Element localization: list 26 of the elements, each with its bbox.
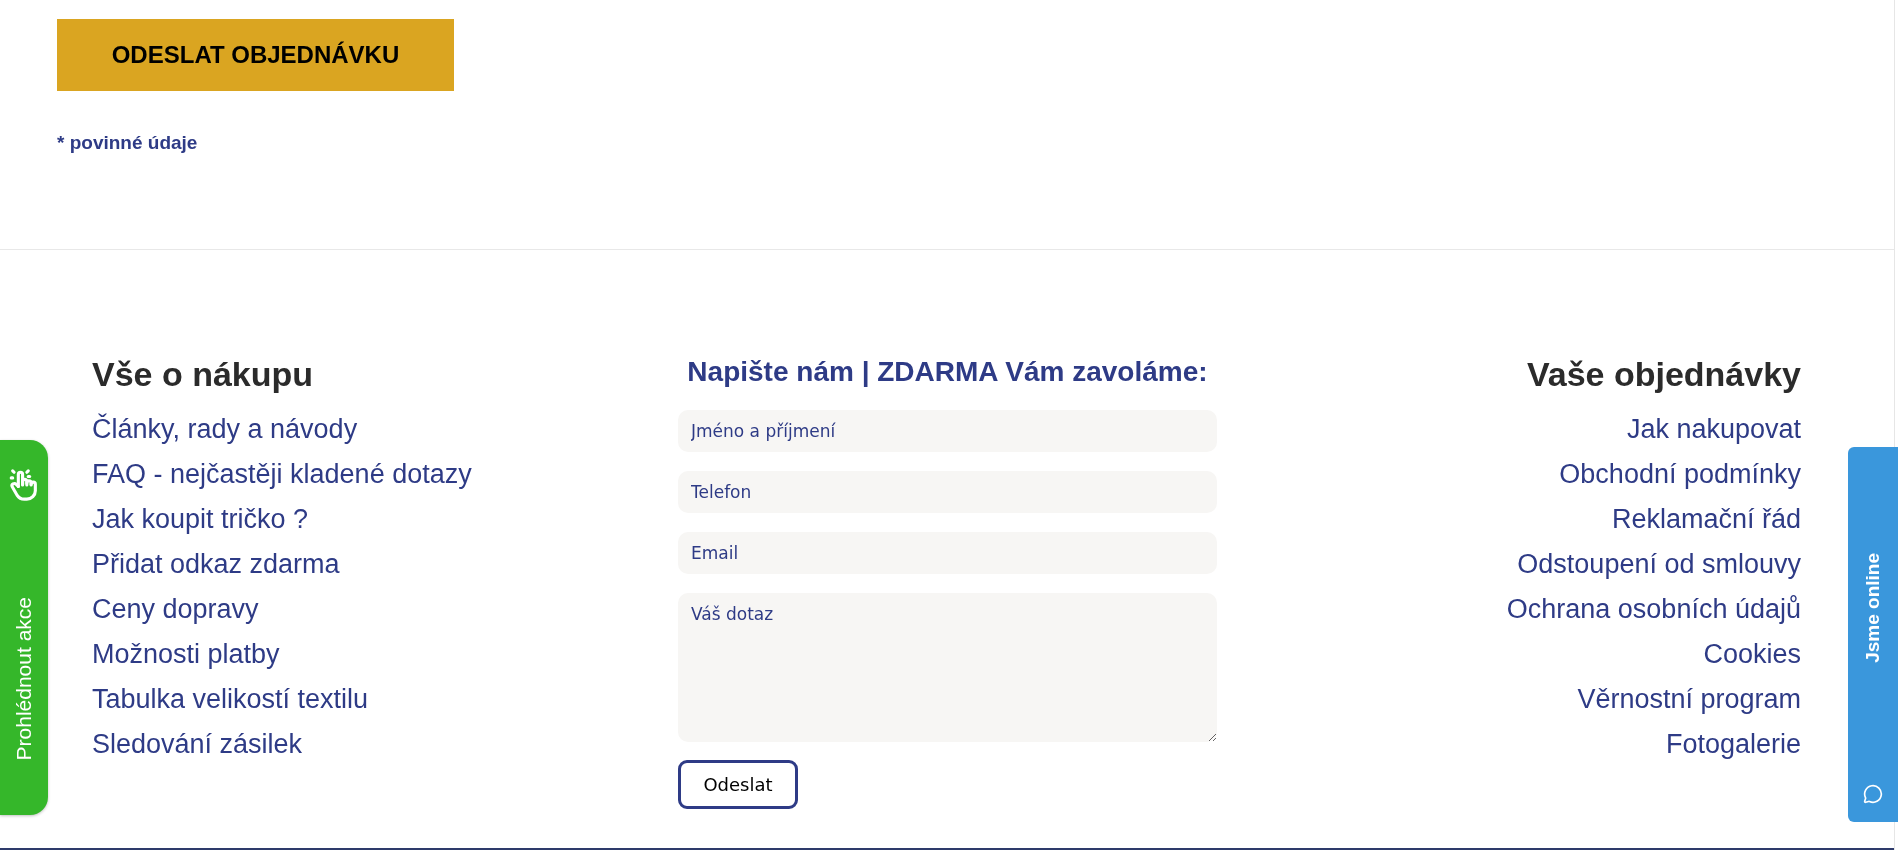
footer-link[interactable]: Možnosti platby: [92, 639, 280, 669]
footer-link[interactable]: Přidat odkaz zdarma: [92, 549, 340, 579]
required-fields-note: * povinné údaje: [57, 132, 198, 154]
footer-link[interactable]: Sledování zásilek: [92, 729, 303, 759]
footer-link[interactable]: Reklamační řád: [1611, 504, 1801, 534]
footer-link[interactable]: Odstoupení od smlouvy: [1517, 549, 1801, 579]
chat-bubble-icon: [1863, 784, 1883, 804]
column-heading: Vše o nákupu: [92, 354, 314, 394]
footer-link[interactable]: Tabulka velikostí textilu: [92, 684, 369, 714]
footer-link[interactable]: Věrnostní program: [1577, 684, 1801, 714]
input-field[interactable]: Email: [678, 532, 1217, 574]
footer-link[interactable]: Ochrana osobních údajů: [1506, 594, 1801, 624]
input-field[interactable]: Telefon: [678, 471, 1217, 513]
submit-order-button[interactable]: ODESLAT OBJEDNÁVKU: [57, 19, 454, 91]
textarea-field[interactable]: Váš dotaz: [678, 593, 1217, 742]
footer-link[interactable]: Ceny dopravy: [92, 594, 259, 624]
footer-link[interactable]: Jak nakupovat: [1626, 414, 1801, 444]
footer-link[interactable]: Fotogalerie: [1665, 729, 1801, 759]
footer-link[interactable]: Cookies: [1703, 639, 1801, 669]
footer-link[interactable]: Jak koupit tričko ?: [92, 504, 309, 534]
footer-link[interactable]: FAQ - nejčastěji kladené dotazy: [92, 459, 472, 489]
send-button[interactable]: Odeslat: [678, 760, 798, 809]
contact-form-heading: Napište nám | ZDARMA Vám zavoláme:: [686, 356, 1209, 388]
column-heading: Vaše objednávky: [1526, 354, 1801, 394]
footer-link[interactable]: Články, rady a návody: [92, 414, 358, 444]
footer-link[interactable]: Obchodní podmínky: [1559, 459, 1801, 489]
